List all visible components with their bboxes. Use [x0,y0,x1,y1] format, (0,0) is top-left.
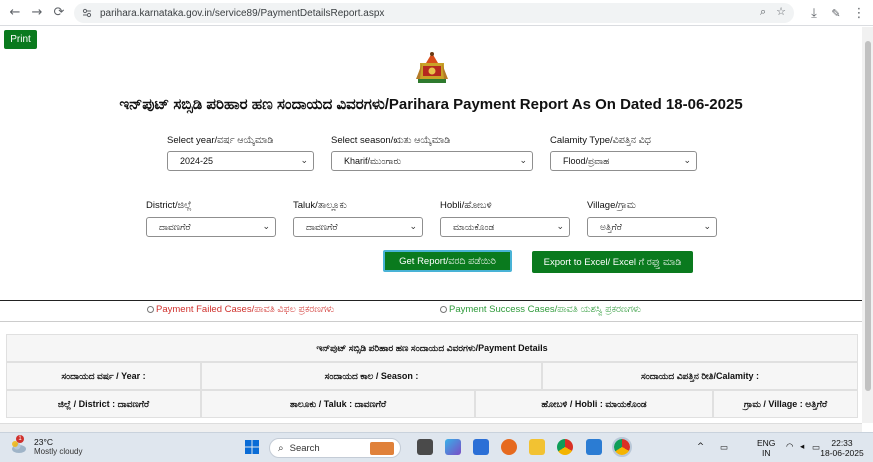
weather-condition: Mostly cloudy [34,447,83,456]
year-label: Select year/ವರ್ಷ ಆಯ್ಕೆಮಾಡಿ [167,135,274,146]
taluk-label: Taluk/ತಾಲ್ಲೂಕು [293,200,347,211]
hobli-select-value: ಮಾಯಕೊಂಡ [453,221,495,232]
print-button[interactable]: Print [4,30,37,49]
url-text: parihara.karnataka.gov.in/service89/Paym… [100,7,385,19]
forward-icon[interactable]: → [26,2,48,24]
language-indicator[interactable]: ENG IN [757,438,775,458]
download-icon[interactable]: ⤓ [803,2,825,24]
menu-icon[interactable]: ⋮ [848,2,870,24]
calamity-select[interactable]: Flood/ಪ್ರವಾಹ ⌄ [550,151,697,171]
chevron-down-icon: ⌄ [519,156,527,166]
volume-icon[interactable]: ◂ [800,442,804,452]
wifi-icon[interactable]: ◠ [786,442,793,452]
calamity-label: Calamity Type/ವಿಪತ್ತಿನ ವಿಧ [550,135,651,146]
village-select[interactable]: ಅತ್ತಿಗೆರೆ ⌄ [587,217,717,237]
taskbar-search[interactable]: ⌕ Search [269,438,401,458]
radio-icon[interactable] [147,306,154,313]
site-info-icon[interactable] [82,8,92,18]
scrollbar-thumb[interactable] [865,41,871,391]
district-label: District/ಜಿಲ್ಲೆ [146,200,192,211]
season-label: Select season/ಋತು ಆಯ್ಕೆಮಾಡಿ [331,135,451,146]
zoom-icon[interactable]: ⌕ [760,5,766,19]
page-title: ಇನ್‌ಪುಟ್ ಸಬ್ಸಿಡಿ ಪರಿಹಾರ ಹಣ ಸಂದಾಯದ ವಿವರಗಳ… [119,96,743,113]
firefox-icon[interactable] [501,439,517,455]
reload-icon[interactable]: ⟳ [48,2,70,24]
windows-start-icon[interactable] [245,440,259,454]
karnataka-emblem [416,52,448,83]
export-excel-button[interactable]: Export to Excel/ Excel ಗೆ ರಫ್ತು ಮಾಡಿ [532,251,693,273]
payment-success-radio[interactable]: Payment Success Cases/ಪಾವತಿ ಯಶಸ್ವಿ ಪ್ರಕರ… [440,304,641,315]
chevron-down-icon: ⌄ [262,222,270,232]
tray-app-icon[interactable]: ▭ [720,442,728,452]
cell-village: ಗ್ರಾಮ / Village : ಅತ್ತಿಗೆರೆ [713,390,858,418]
cell-year: ಸಂದಾಯದ ವರ್ಷ / Year : [6,362,201,390]
chevron-down-icon: ⌄ [300,156,308,166]
vertical-scrollbar[interactable] [862,27,873,423]
lang-bottom: IN [761,448,771,458]
calamity-select-value: Flood/ಪ್ರವಾಹ [563,155,610,166]
cell-season: ಸಂದಾಯದ ಕಾಲ / Season : [201,362,542,390]
cell-district: ಜಿಲ್ಲೆ / District : ದಾವಣಗೆರೆ [6,390,201,418]
cell-calamity: ಸಂದಾಯದ ವಿಪತ್ತಿನ ರೀತಿ/Calamity : [542,362,858,390]
file-explorer-icon[interactable] [529,439,545,455]
district-select[interactable]: ದಾವಣಗೆರೆ ⌄ [146,217,276,237]
page-content: Print ಇನ್‌ಪುಟ್ ಸಬ್ಸಿಡಿ ಪರಿಹಾರ ಹಣ ಸಂದಾಯದ … [0,27,862,423]
get-report-button[interactable]: Get Report/ವರದಿ ಪಡೆಯಿರಿ [383,250,512,272]
hobli-select[interactable]: ಮಾಯಕೊಂಡ ⌄ [440,217,570,237]
chrome-active-icon[interactable] [612,437,632,457]
chevron-down-icon: ⌄ [683,156,691,166]
season-select-value: Kharif/ಮುಂಗಾರು [344,155,402,166]
chrome-icon[interactable] [557,439,573,455]
tray-chevron-icon[interactable]: ^ [697,442,704,452]
taluk-select-value: ದಾವಣಗೆರೆ [306,221,338,232]
table-top-divider [0,321,862,322]
outlook-icon[interactable] [586,439,602,455]
year-select[interactable]: 2024-25 ⌄ [167,151,314,171]
search-icon: ⌕ [278,442,284,454]
copilot-icon[interactable] [445,439,461,455]
payment-failed-radio[interactable]: Payment Failed Cases/ಪಾವತಿ ವಿಫಲ ಪ್ರಕರಣಗಳ… [147,304,334,315]
browser-toolbar: ← → ⟳ parihara.karnataka.gov.in/service8… [0,0,873,26]
taluk-select[interactable]: ದಾವಣಗೆರೆ ⌄ [293,217,423,237]
battery-icon[interactable]: ▭ [812,442,820,452]
task-view-icon[interactable] [417,439,433,455]
extensions-icon[interactable]: ✎ [825,2,847,24]
village-label: Village/ಗ್ರಾಮ [587,200,636,211]
hobli-label: Hobli/ಹೋಬಳಿ [440,200,492,211]
payment-failed-label: Payment Failed Cases/ಪಾವತಿ ವಿಫಲ ಪ್ರಕರಣಗಳ… [156,304,335,315]
table-header: ಇನ್‌ಪುಟ್ ಸಬ್ಸಿಡಿ ಪರಿಹಾರ ಹಣ ಸಂದಾಯದ ವಿವರಗಳ… [6,334,858,362]
cell-hobli: ಹೋಬಳಿ / Hobli : ಮಾಯಕೊಂಡ [475,390,713,418]
search-label: Search [289,442,320,454]
horizontal-scrollbar[interactable] [0,423,862,432]
cell-taluk: ತಾಲೂಕು / Taluk : ದಾವಣಗೆರೆ [201,390,475,418]
lang-top: ENG [757,438,776,448]
radio-icon[interactable] [440,306,447,313]
address-bar[interactable]: parihara.karnataka.gov.in/service89/Paym… [74,3,794,23]
chevron-down-icon: ⌄ [409,222,417,232]
bookmark-star-icon[interactable]: ☆ [776,5,786,19]
chevron-down-icon: ⌄ [703,222,711,232]
weather-badge: 1 [16,435,24,443]
back-icon[interactable]: ← [4,2,26,24]
search-highlight-icon [370,442,394,455]
clock-time: 22:33 [831,438,853,448]
section-divider [0,300,862,301]
district-select-value: ದಾವಣಗೆರೆ [159,221,191,232]
payment-success-label: Payment Success Cases/ಪಾವತಿ ಯಶಸ್ವಿ ಪ್ರಕರ… [449,304,642,315]
clock[interactable]: 22:33 18-06-2025 [820,438,864,458]
clock-date: 18-06-2025 [820,448,864,458]
year-select-value: 2024-25 [180,156,214,166]
season-select[interactable]: Kharif/ಮುಂಗಾರು ⌄ [331,151,533,171]
village-select-value: ಅತ್ತಿಗೆರೆ [600,221,622,232]
chevron-down-icon: ⌄ [556,222,564,232]
weather-temp: 23°C [34,437,53,447]
teams-icon[interactable] [473,439,489,455]
windows-taskbar: 23°C Mostly cloudy 1 ⌕ Search ^ ▭ ENG IN… [0,432,873,462]
